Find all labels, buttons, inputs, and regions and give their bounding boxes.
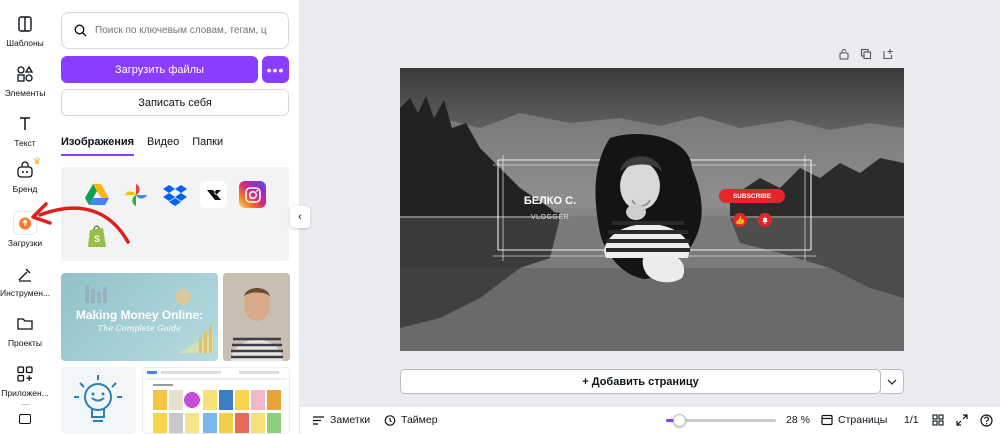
media-tabs: Изображения Видео Папки [61, 136, 236, 156]
dropbox-icon[interactable] [161, 181, 188, 208]
rail-item-templates[interactable]: Шаблоны [0, 14, 50, 48]
thumbnail-portrait[interactable] [223, 273, 290, 361]
pages-button[interactable]: Страницы [821, 414, 887, 426]
rail-divider [21, 404, 29, 405]
thumbnail-making-money[interactable]: Making Money Online: The Complete Guide [61, 273, 218, 361]
tab-folders[interactable]: Папки [192, 136, 223, 156]
rail-item-projects[interactable]: Проекты [0, 314, 50, 348]
search-input[interactable] [95, 25, 275, 36]
tab-images[interactable]: Изображения [61, 136, 135, 156]
notes-button[interactable]: Заметки [312, 414, 370, 426]
fullscreen-button[interactable] [956, 414, 968, 426]
bell-icon [758, 213, 772, 227]
landscape-background-icon [400, 68, 904, 351]
rail-item-text[interactable]: Текст [0, 114, 50, 148]
annotation-arrow-icon [31, 202, 130, 244]
instagram-icon[interactable] [239, 181, 266, 208]
more-options-button[interactable]: ••• [262, 56, 289, 83]
chevron-left-icon: ‹ [298, 211, 302, 223]
box-icon[interactable] [200, 181, 227, 208]
thumbnail-title: Making Money Online: [75, 308, 204, 322]
collapse-panel-button[interactable]: ‹ [290, 206, 310, 228]
rail-item-elements[interactable]: Элементы [0, 64, 50, 98]
canvas-toolbar [838, 48, 894, 60]
add-page-menu-button[interactable] [881, 369, 904, 394]
rail-item-tools[interactable]: Инструмен... [0, 264, 50, 298]
grid-view-button[interactable] [932, 414, 944, 426]
design-role-text[interactable]: VLOGGER [510, 214, 590, 221]
lightbulb-icon [74, 375, 122, 422]
rail-item-brand[interactable]: ♛ Бренд [0, 156, 50, 194]
design-name-text[interactable]: БЕЛКО С. [510, 195, 590, 207]
tab-video[interactable]: Видео [147, 136, 179, 156]
page-count: 1/1 [904, 414, 919, 426]
search-box[interactable] [61, 12, 289, 49]
folder-icon [17, 318, 33, 330]
thumbs-up-icon: 👍 [733, 213, 747, 227]
search-results-preview-icon [147, 371, 287, 433]
more-apps-icon[interactable] [19, 414, 31, 424]
design-canvas[interactable]: БЕЛКО С. VLOGGER SUBSCRIBE 👍 [400, 68, 904, 351]
elements-icon [17, 65, 34, 82]
brand-icon [17, 161, 33, 178]
tools-icon [18, 268, 31, 282]
record-yourself-button[interactable]: Записать себя [61, 89, 289, 116]
apps-icon [17, 366, 33, 382]
templates-icon [18, 16, 32, 32]
thumbnail-search-results[interactable] [142, 367, 290, 434]
duplicate-icon[interactable] [860, 48, 872, 60]
zoom-slider-handle[interactable] [673, 414, 687, 427]
thumbnail-subtitle: The Complete Guide [97, 324, 182, 333]
zoom-level[interactable]: 28 % [786, 414, 810, 426]
timer-icon [384, 415, 396, 426]
search-icon [74, 24, 87, 37]
subscribe-badge[interactable]: SUBSCRIBE [719, 189, 785, 203]
thumbnail-lightbulb[interactable] [61, 367, 136, 434]
timer-button[interactable]: Таймер [384, 414, 438, 426]
pages-icon [821, 414, 833, 426]
editor-footer: Заметки Таймер 28 % Страницы 1/1 [300, 406, 1000, 434]
lock-icon[interactable] [838, 48, 850, 60]
crown-icon: ♛ [33, 156, 42, 166]
zoom-slider[interactable] [666, 414, 776, 427]
expand-icon [956, 414, 968, 426]
notes-icon [313, 415, 324, 425]
help-icon [980, 414, 993, 427]
text-icon [20, 117, 30, 130]
rail-item-apps[interactable]: Приложен... [0, 364, 50, 398]
upload-files-button[interactable]: Загрузить файлы [61, 56, 258, 83]
add-page-button[interactable]: + Добавить страницу [400, 369, 881, 394]
help-button[interactable] [980, 414, 993, 427]
chevron-down-icon [887, 379, 897, 385]
add-page-icon[interactable] [882, 48, 894, 60]
portrait-photo-icon [223, 273, 290, 361]
grid-icon [932, 414, 944, 426]
